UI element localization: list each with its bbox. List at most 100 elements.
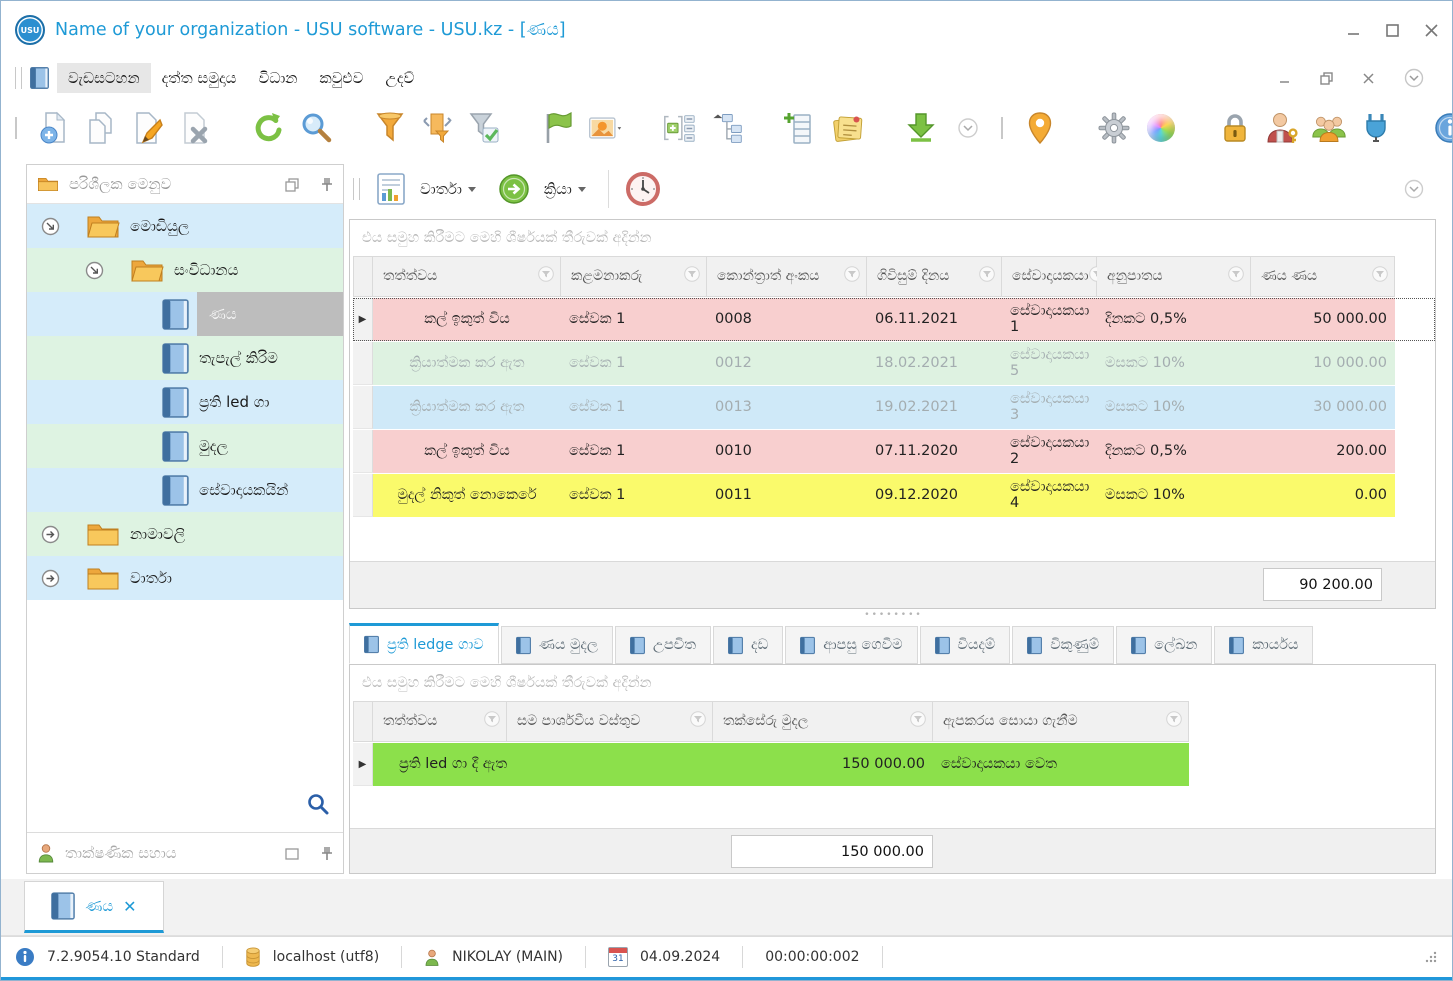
refresh-icon[interactable] bbox=[251, 110, 287, 146]
tab-fines[interactable]: දඩ bbox=[713, 626, 784, 664]
image-icon[interactable] bbox=[587, 110, 623, 146]
filter-funnel-icon[interactable] bbox=[1228, 266, 1244, 286]
filter-funnel-icon[interactable] bbox=[484, 711, 500, 731]
column-header-date[interactable]: ගිවිසුම් දිනය bbox=[867, 256, 1002, 297]
tab-accrued[interactable]: උපචිත bbox=[614, 626, 711, 664]
tree-item-directories[interactable]: නාමාවලි bbox=[27, 512, 343, 556]
tab-pledges[interactable]: ප්‍රති ledge ගාව bbox=[349, 623, 499, 664]
tree-structure-icon[interactable] bbox=[708, 110, 744, 146]
tab-sales[interactable]: විකුණුම් bbox=[1012, 626, 1115, 664]
filter-funnel-icon[interactable] bbox=[690, 711, 706, 731]
edit-record-icon[interactable] bbox=[130, 110, 166, 146]
mdi-restore-button[interactable] bbox=[1320, 69, 1333, 87]
float-panel-icon[interactable] bbox=[285, 844, 299, 862]
minimize-button[interactable] bbox=[1347, 22, 1360, 38]
tab-tasks[interactable]: කාර්යය bbox=[1214, 626, 1314, 664]
table-row[interactable]: ක්‍රියාත්මක කර ඇත සේවක 1 0012 18.02.2021… bbox=[353, 342, 1435, 385]
toolbar-grip[interactable] bbox=[15, 67, 22, 89]
info-icon[interactable] bbox=[1432, 110, 1452, 146]
tab-loan-money[interactable]: ණය මුදල bbox=[500, 626, 613, 664]
pin-icon[interactable] bbox=[321, 844, 333, 862]
column-header-manager[interactable]: කළමනාකරු bbox=[561, 256, 707, 297]
menu-item-database[interactable]: දත්ත සමුදාය bbox=[151, 63, 248, 93]
expand-node-icon[interactable] bbox=[41, 525, 60, 544]
tree-item-reports[interactable]: වාර්තා bbox=[27, 556, 343, 600]
collapse-node-icon[interactable] bbox=[41, 217, 60, 236]
user-permissions-icon[interactable] bbox=[1264, 110, 1300, 146]
filter-column-icon[interactable] bbox=[419, 110, 455, 146]
settings-gear-icon[interactable] bbox=[1096, 110, 1132, 146]
delete-record-icon[interactable] bbox=[177, 110, 213, 146]
expand-rows-icon[interactable] bbox=[661, 110, 697, 146]
mdi-close-button[interactable] bbox=[1363, 69, 1374, 87]
reports-dropdown-button[interactable]: වාර්තා bbox=[414, 176, 482, 202]
users-group-icon[interactable] bbox=[1311, 110, 1347, 146]
menu-item-program[interactable]: වැඩසටහන bbox=[57, 63, 151, 93]
menu-item-help[interactable]: උදව් bbox=[374, 63, 425, 93]
notes-icon[interactable] bbox=[829, 110, 865, 146]
filter-apply-icon[interactable] bbox=[466, 110, 502, 146]
column-header-appraised-amount[interactable]: තක්සේරු මුදල bbox=[713, 701, 933, 742]
table-row[interactable]: ක්‍රියාත්මක කර ඇත සේවක 1 0013 19.02.2021… bbox=[353, 386, 1435, 429]
add-record-icon[interactable] bbox=[36, 110, 72, 146]
mdi-minimize-button[interactable] bbox=[1279, 69, 1290, 87]
tree-item-loans[interactable]: ණය bbox=[27, 292, 343, 336]
menu-chevron-icon[interactable] bbox=[1404, 68, 1424, 88]
collapse-node-icon[interactable] bbox=[85, 261, 104, 280]
column-header-rate[interactable]: අනුපාතය bbox=[1097, 256, 1251, 297]
tab-expenses[interactable]: වියදම් bbox=[919, 626, 1011, 664]
tab-documents[interactable]: ලේඛන bbox=[1116, 626, 1213, 664]
filter-funnel-icon[interactable] bbox=[979, 266, 995, 286]
tech-support-panel[interactable]: තාක්ෂණික සහාය bbox=[27, 832, 343, 873]
table-row[interactable]: ▶ කල් ඉකුත් විය සේවක 1 0008 06.11.2021 ස… bbox=[353, 298, 1435, 341]
search-icon[interactable] bbox=[298, 110, 334, 146]
tree-search-icon[interactable] bbox=[307, 793, 329, 815]
flag-icon[interactable] bbox=[540, 110, 576, 146]
lock-icon[interactable] bbox=[1217, 110, 1253, 146]
open-document-tab-loans[interactable]: ණය ✕ bbox=[24, 881, 164, 933]
filter-funnel-icon[interactable] bbox=[684, 266, 700, 286]
table-row[interactable]: මුදල් නිකුත් නොකෙරේ සේවක 1 0011 09.12.20… bbox=[353, 474, 1435, 517]
float-panel-icon[interactable] bbox=[285, 175, 299, 193]
column-header-collateral-object[interactable]: සම පාර්ශවීය වස්තුව bbox=[507, 701, 713, 742]
menu-item-window[interactable]: කවුළුව bbox=[308, 63, 374, 93]
appearance-sphere-icon[interactable] bbox=[1143, 110, 1179, 146]
column-header-client[interactable]: සේවාදායකයා bbox=[1002, 256, 1105, 297]
filter-funnel-icon[interactable] bbox=[844, 266, 860, 286]
toolbar-chevron-icon[interactable] bbox=[950, 110, 986, 146]
column-header-status[interactable]: තත්ත්වය bbox=[373, 701, 507, 742]
tree-item-clients[interactable]: සේවාදායකයින් bbox=[27, 468, 343, 512]
filter-funnel-icon[interactable] bbox=[910, 711, 926, 731]
toolbar-grip[interactable] bbox=[353, 178, 360, 200]
close-button[interactable] bbox=[1425, 22, 1438, 38]
filter-funnel-icon[interactable] bbox=[1166, 711, 1182, 731]
copy-record-icon[interactable] bbox=[83, 110, 119, 146]
menu-item-commands[interactable]: විධාන bbox=[247, 63, 308, 93]
toolbar-grip[interactable] bbox=[1001, 117, 1003, 139]
filter-funnel-icon[interactable] bbox=[1372, 266, 1388, 286]
tree-item-pledges[interactable]: ප්‍රති led ගා bbox=[27, 380, 343, 424]
maximize-button[interactable] bbox=[1386, 22, 1399, 38]
toolbar-grip[interactable] bbox=[15, 117, 17, 139]
tab-repayments[interactable]: ආපසු ගෙවීම bbox=[785, 626, 918, 664]
column-header-amount[interactable]: ණය ණය bbox=[1251, 256, 1395, 297]
plugin-icon[interactable] bbox=[1358, 110, 1394, 146]
location-pin-icon[interactable] bbox=[1022, 110, 1058, 146]
column-header-status[interactable]: තත්ත්වය bbox=[373, 256, 561, 297]
table-row[interactable]: කල් ඉකුත් විය සේවක 1 0010 07.11.2020 සේව… bbox=[353, 430, 1435, 473]
tree-item-organization[interactable]: සංවිධානය bbox=[27, 248, 343, 292]
column-header-collateral-location[interactable]: ඇපකරය සොයා ගැනීම bbox=[933, 701, 1189, 742]
actions-dropdown-button[interactable]: ක්‍රියා bbox=[538, 176, 592, 202]
add-column-icon[interactable] bbox=[782, 110, 818, 146]
table-row[interactable]: ▶ ප්‍රති led ගා දී ඇත 150 000.00 සේවාදාය… bbox=[353, 743, 1435, 786]
filter-funnel-icon[interactable] bbox=[538, 266, 554, 286]
close-document-icon[interactable]: ✕ bbox=[123, 897, 136, 916]
tree-item-money[interactable]: මුදල bbox=[27, 424, 343, 468]
tree-item-modules[interactable]: මොඩියුල bbox=[27, 204, 343, 248]
pin-icon[interactable] bbox=[321, 175, 333, 193]
export-icon[interactable] bbox=[903, 110, 939, 146]
column-header-contract[interactable]: කොන්ත්‍රාත් අංකය bbox=[707, 256, 867, 297]
tree-item-mailing[interactable]: තැපැල් කිරිම bbox=[27, 336, 343, 380]
filter-icon[interactable] bbox=[372, 110, 408, 146]
resize-grip-icon[interactable] bbox=[1424, 949, 1438, 965]
